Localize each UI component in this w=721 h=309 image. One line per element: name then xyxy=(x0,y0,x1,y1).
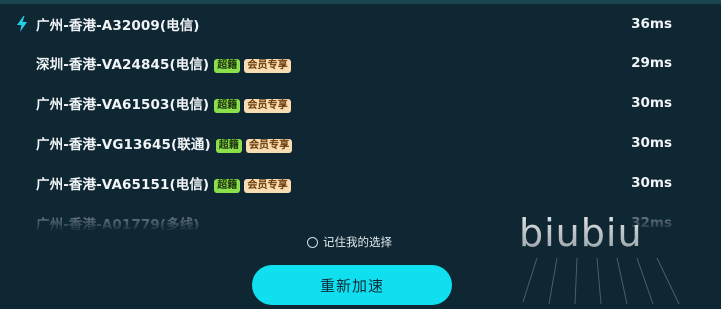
member-only-badge: 会员专享 xyxy=(244,178,291,193)
server-name: 广州-香港-A01779(多线) xyxy=(36,216,200,231)
server-latency: 30ms xyxy=(631,174,672,191)
member-only-badge: 会员专享 xyxy=(245,138,293,153)
remember-choice-label: 记住我的选择 xyxy=(323,235,392,249)
server-name: 深圳-香港-VA24845(电信) 超籍 会员专享 xyxy=(36,53,291,73)
server-list[interactable]: 广州-香港-A32009(电信) 36ms 深圳-香港-VA24845(电信) … xyxy=(0,4,721,230)
server-name: 广州-香港-VA65151(电信) 超籍 会员专享 xyxy=(36,173,291,193)
server-row-3[interactable]: 广州-香港-VG13645(联通) 超籍 会员专享 30ms xyxy=(0,123,721,162)
server-row-4[interactable]: 广州-香港-VA65151(电信) 超籍 会员专享 30ms xyxy=(0,163,721,202)
lightning-icon xyxy=(17,15,27,32)
server-row-1[interactable]: 深圳-香港-VA24845(电信) 超籍 会员专享 29ms xyxy=(0,43,721,82)
member-only-badge: 会员专享 xyxy=(244,98,291,113)
server-latency: 30ms xyxy=(631,94,672,111)
re-accelerate-button[interactable]: 重新加速 xyxy=(252,265,452,305)
member-only-badge: 会员专享 xyxy=(244,58,291,73)
server-row-0[interactable]: 广州-香港-A32009(电信) 36ms xyxy=(0,4,721,43)
remember-choice-radio[interactable] xyxy=(307,236,318,248)
super-badge: 超籍 xyxy=(214,98,241,113)
biubiu-watermark-logo: biubiu xyxy=(519,211,680,305)
watermark-text: biubiu xyxy=(519,211,643,255)
super-badge: 超籍 xyxy=(214,58,241,73)
server-name: 广州-香港-VA61503(电信) 超籍 会员专享 xyxy=(36,93,291,113)
super-badge: 超籍 xyxy=(214,178,241,193)
server-name: 广州-香港-VG13645(联通) 超籍 会员专享 xyxy=(36,133,293,153)
server-name: 广州-香港-A32009(电信) xyxy=(36,17,200,34)
server-latency: 30ms xyxy=(631,134,672,151)
server-latency: 29ms xyxy=(631,54,672,71)
server-latency: 36ms xyxy=(631,15,672,32)
remember-choice-option[interactable]: 记住我的选择 xyxy=(307,234,392,250)
server-row-2[interactable]: 广州-香港-VA61503(电信) 超籍 会员专享 30ms xyxy=(0,83,721,122)
super-badge: 超籍 xyxy=(215,138,242,153)
